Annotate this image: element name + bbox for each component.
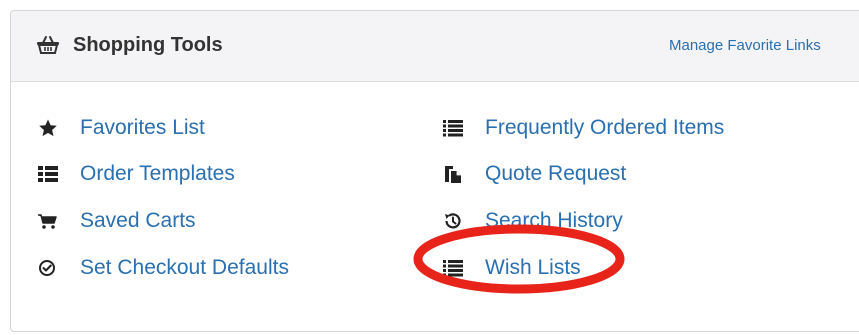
list-icon bbox=[443, 119, 463, 137]
shopping-basket-icon bbox=[36, 35, 60, 55]
shopping-tools-panel: Shopping Tools Manage Favorite Links Fav… bbox=[10, 10, 859, 332]
panel-header: Shopping Tools Manage Favorite Links bbox=[11, 11, 859, 82]
star-icon bbox=[38, 119, 58, 137]
cart-icon bbox=[38, 212, 58, 230]
panel-title: Shopping Tools bbox=[73, 34, 223, 56]
check-circle-icon bbox=[38, 259, 58, 277]
clipboard-copy-icon bbox=[443, 165, 463, 183]
tool-label: Wish Lists bbox=[485, 256, 581, 279]
tool-label: Order Templates bbox=[80, 162, 235, 185]
tool-label: Saved Carts bbox=[80, 209, 196, 232]
tool-label: Quote Request bbox=[485, 162, 627, 185]
tool-label: Frequently Ordered Items bbox=[485, 116, 725, 139]
history-icon bbox=[443, 212, 463, 230]
list-bullets-icon bbox=[38, 165, 58, 183]
tool-label: Set Checkout Defaults bbox=[80, 256, 289, 279]
tool-label: Favorites List bbox=[80, 116, 205, 139]
list-icon bbox=[443, 259, 463, 277]
tool-label: Search History bbox=[485, 209, 623, 232]
manage-favorite-links-link[interactable]: Manage Favorite Links bbox=[669, 36, 821, 56]
